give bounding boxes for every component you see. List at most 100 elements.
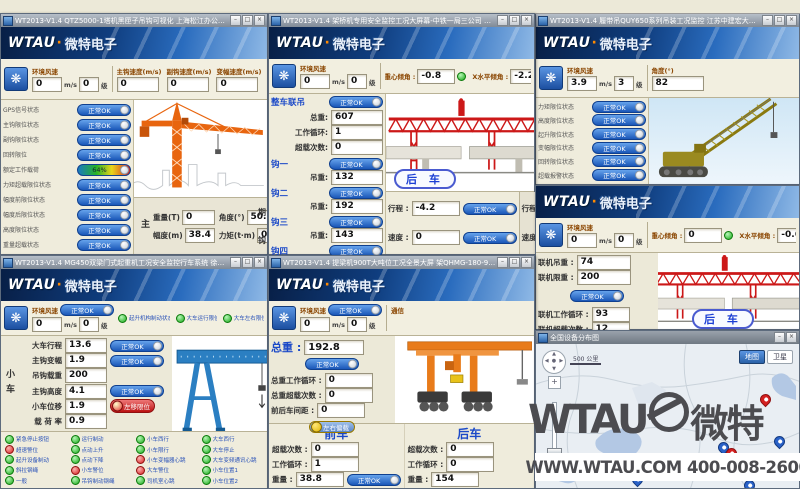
brand-logo: WTAU <box>8 277 55 293</box>
brand-name-cn: 微特电子 <box>333 276 385 295</box>
wind-toggle[interactable]: 正常OK <box>328 304 382 316</box>
motion-toggle[interactable]: 正常OK <box>463 203 517 215</box>
close-button[interactable]: × <box>521 257 532 268</box>
hook-toggle[interactable]: 正常OK <box>329 158 383 170</box>
master-toggle[interactable]: 正常OK <box>329 96 383 108</box>
minimize-button[interactable]: – <box>230 15 241 26</box>
status-toggle[interactable]: 正常OK <box>77 119 131 131</box>
status-dot-item: 小车西行 <box>136 434 198 444</box>
status-toggle[interactable]: 正常OK <box>77 224 131 236</box>
motion-row: 行程 : -4.2 正常OK <box>388 201 517 216</box>
titlebar[interactable]: WT2013-V1.4 提梁机900T大吨位工况全景大屏 架QHMG-180-9… <box>269 256 534 269</box>
status-toggle[interactable]: 正常OK <box>77 209 131 221</box>
status-dot-item: 司机室心跳 <box>136 476 198 486</box>
maximize-button[interactable]: □ <box>242 15 253 26</box>
status-toggle[interactable]: 正常OK <box>77 179 131 191</box>
wind-fan-icon: ❋ <box>272 306 296 330</box>
status-dot-item: 起升设备制动 <box>5 455 67 465</box>
minimize-button[interactable]: – <box>497 15 508 26</box>
brand-banner: WTAU·微特电子 <box>269 27 534 59</box>
titlebar[interactable]: 全国设备分布图 – × <box>536 331 799 344</box>
field-toggle[interactable]: 正常OK <box>110 385 164 397</box>
girder-machine-canvas: 后 车 <box>386 94 534 191</box>
status-toggle[interactable]: 正常OK <box>77 104 131 116</box>
maximize-button[interactable]: □ <box>774 15 785 26</box>
wind-fan-icon: ❋ <box>539 223 563 247</box>
tower-crane-canvas <box>134 100 267 197</box>
girder-machine-canvas-2: 后 车 <box>658 253 799 329</box>
status-toggle[interactable]: 正常OK <box>592 142 646 154</box>
field-row: 总重工作循环 : 0 <box>271 373 393 388</box>
status-toggle[interactable]: 正常OK <box>592 114 646 126</box>
link-toggle[interactable]: 正常OK <box>570 290 624 302</box>
status-row: 幅度后限位状态 正常OK <box>3 209 131 221</box>
side-label: 主 <box>138 219 151 234</box>
titlebar[interactable]: WT2013-V1.4 MG450双梁门式起重机工况安全监控行车系统 徐州重机分… <box>1 256 267 269</box>
stat-row: 工作循环 : 0 <box>408 457 531 472</box>
stat-row: 工作循环 : 1 <box>272 457 401 472</box>
close-button[interactable]: × <box>254 15 265 26</box>
map-pan-control[interactable]: ▲ ◀●▶ ▼ <box>542 350 566 374</box>
field-toggle[interactable]: 正常OK <box>110 355 164 367</box>
hook-toggle[interactable]: 正常OK <box>329 187 383 199</box>
brand-logo: WTAU <box>276 35 323 51</box>
status-dot-item: 大车停止 <box>202 444 264 454</box>
minimize-button[interactable]: – <box>774 332 785 343</box>
crawler-crane-illustration <box>649 98 799 184</box>
close-button[interactable]: × <box>786 15 797 26</box>
field-toggle[interactable]: 正常OK <box>110 340 164 352</box>
minimize-button[interactable]: – <box>497 257 508 268</box>
close-button[interactable]: × <box>254 257 265 268</box>
wind-toggle[interactable]: 正常OK <box>60 304 114 316</box>
total-toggle[interactable]: 正常OK <box>305 358 359 370</box>
status-dot-icon <box>136 435 145 444</box>
status-toggle[interactable]: 正常OK <box>77 239 131 251</box>
titlebar[interactable]: WT2013-V1.4 履带吊QUY650系列吊装工况监控 江苏中建宏大江苏分公… <box>536 14 799 27</box>
hook-toggle[interactable]: 正常OK <box>329 216 383 228</box>
brand-logo: WTAU <box>543 194 590 210</box>
offset-load-pill[interactable]: 左右偏载 <box>309 421 355 433</box>
wind-level: 0 <box>79 77 99 92</box>
close-button[interactable]: × <box>786 332 797 343</box>
wind-strip: ❋ 环境风速 0 m/s 0 级 重心倾角 : 0 X水平倾角 : -0.62 <box>536 218 799 253</box>
status-toggle[interactable]: 正常OK <box>77 134 131 146</box>
app-icon <box>271 258 281 268</box>
status-row: 副钩限位状态 正常OK <box>3 134 131 146</box>
maximize-button[interactable]: □ <box>509 257 520 268</box>
map-zoom-in-button[interactable]: + <box>548 376 561 389</box>
satellite-type-button[interactable]: 卫星 <box>767 350 793 364</box>
front-weight-toggle[interactable]: 正常OK <box>347 474 401 486</box>
brand-name-cn: 微特电子 <box>65 276 117 295</box>
status-toggle[interactable]: 正常OK <box>592 128 646 140</box>
crawler-crane-canvas <box>649 98 799 184</box>
minimize-button[interactable]: – <box>762 15 773 26</box>
map-type-button[interactable]: 地图 <box>739 350 765 364</box>
wind-fan-icon: ❋ <box>4 67 28 91</box>
wind-value: 0 <box>32 77 62 92</box>
maximize-button[interactable]: □ <box>509 15 520 26</box>
status-toggle[interactable]: 正常OK <box>77 194 131 206</box>
brand-name-cn: 微特电子 <box>600 193 652 212</box>
brand-dot: · <box>56 277 61 293</box>
minimize-button[interactable]: – <box>230 257 241 268</box>
status-dot-item: 超速警位 <box>5 444 67 454</box>
status-toggle[interactable]: 正常OK <box>592 101 646 113</box>
field-row: 小车位移 1.9 左移限位 <box>20 399 170 414</box>
titlebar[interactable]: WT2013-V1.4 QTZ5000-1塔机黑匣子吊钩可视化 上海松江办公装饰… <box>1 14 267 27</box>
window-title: WT2013-V1.4 架桥机专用安全监控工况大屏幕-中铁一局三公司 余姚城际铁… <box>283 16 497 26</box>
limit-alarm-pill[interactable]: 左移限位 <box>110 399 155 413</box>
status-dot-item: 小车位置2 <box>202 476 264 486</box>
app-icon <box>3 258 13 268</box>
status-column: GPS信号状态 正常OK 主钩限位状态 正常OK 副钩限位状态 正常OK 回转限… <box>1 100 134 254</box>
status-toggle[interactable]: 正常OK <box>77 149 131 161</box>
brand-banner: WTAU·微特电子 <box>536 27 799 59</box>
titlebar[interactable]: WT2013-V1.4 架桥机专用安全监控工况大屏幕-中铁一局三公司 余姚城际铁… <box>269 14 534 27</box>
close-button[interactable]: × <box>521 15 532 26</box>
motion-toggle[interactable]: 正常OK <box>463 232 517 244</box>
brand-logo: WTAU <box>8 35 55 51</box>
status-toggle[interactable]: 正常OK <box>592 155 646 167</box>
field-row: 主钩高度 4.1 正常OK <box>20 384 170 399</box>
maximize-button[interactable]: □ <box>242 257 253 268</box>
status-toggle[interactable]: 64% <box>77 164 131 176</box>
status-toggle[interactable]: 正常OK <box>592 169 646 181</box>
